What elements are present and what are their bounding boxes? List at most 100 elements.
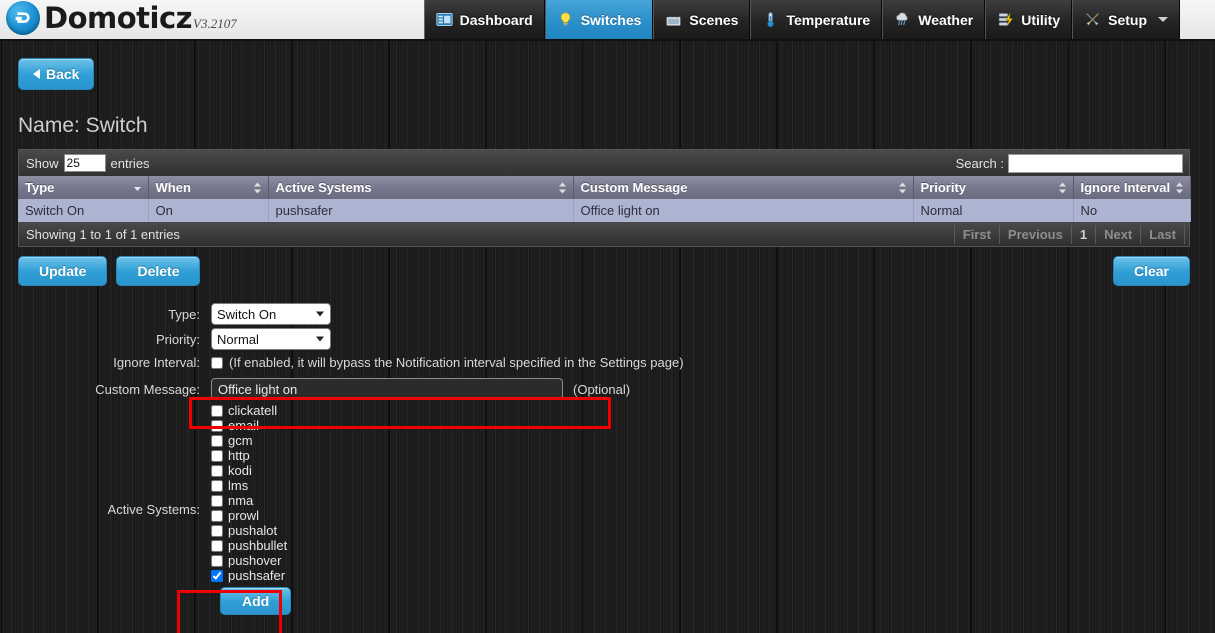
delete-button[interactable]: Delete	[116, 256, 201, 286]
notification-form: Type: Switch On Priority: Normal Ignore …	[18, 303, 1197, 615]
table-toolbar: Show 25 entries Search :	[18, 149, 1190, 176]
thermometer-icon	[767, 12, 775, 28]
system-checkbox-pushsafer[interactable]	[211, 569, 223, 582]
back-button-label: Back	[46, 66, 80, 82]
page-length-select[interactable]: 25	[63, 154, 106, 172]
nav-tab-utility[interactable]: Utility	[985, 0, 1073, 39]
app-header: Domoticz V3.2107 Dashboard Switches Scen…	[0, 0, 1215, 41]
pagination-page-1[interactable]: 1	[1070, 224, 1095, 244]
table-row[interactable]: Switch On On pushsafer Office light on N…	[18, 199, 1191, 222]
system-item-pushover[interactable]: pushover	[211, 553, 291, 568]
sort-both-icon	[898, 182, 906, 193]
back-button[interactable]: Back	[18, 58, 95, 90]
system-checkbox-kodi[interactable]	[211, 464, 223, 477]
show-entries-suffix: entries	[110, 155, 150, 171]
page-content: Back Name: Switch Show 25 entries Search…	[0, 41, 1215, 633]
system-checkbox-pushover[interactable]	[211, 554, 223, 567]
ignore-interval-checkbox[interactable]	[211, 356, 223, 369]
dashboard-icon	[435, 13, 453, 26]
search-area: Search :	[956, 153, 1183, 173]
ignore-interval-hint: (If enabled, it will bypass the Notifica…	[229, 355, 684, 370]
clapperboard-icon	[666, 13, 682, 26]
cell-active-systems: pushsafer	[268, 199, 574, 222]
system-checkbox-gcm[interactable]	[211, 434, 223, 447]
nav-tab-label: Temperature	[786, 11, 871, 28]
system-checkbox-lms[interactable]	[211, 479, 223, 492]
back-row: Back	[18, 41, 1197, 90]
search-input[interactable]	[1008, 153, 1183, 173]
sort-both-icon	[253, 182, 261, 193]
table-header-row: Type When Active Systems Custom Message …	[18, 176, 1191, 199]
pagination-next[interactable]: Next	[1095, 224, 1140, 244]
pagination-previous[interactable]: Previous	[998, 224, 1071, 244]
column-header-when[interactable]: When	[148, 176, 269, 199]
system-item-clickatell[interactable]: clickatell	[211, 403, 291, 418]
update-button[interactable]: Update	[18, 256, 108, 286]
system-item-nma[interactable]: nma	[211, 493, 291, 508]
sort-both-icon	[558, 182, 566, 193]
column-header-custom-message[interactable]: Custom Message	[573, 176, 914, 199]
cell-when: On	[148, 199, 269, 222]
clear-button[interactable]: Clear	[1112, 256, 1190, 286]
priority-label: Priority:	[155, 331, 200, 347]
priority-select-wrap: Normal	[211, 328, 331, 350]
system-item-pushsafer[interactable]: pushsafer	[211, 568, 291, 583]
priority-select[interactable]: Normal	[211, 328, 331, 350]
column-header-priority[interactable]: Priority	[913, 176, 1074, 199]
system-item-email[interactable]: email	[211, 418, 291, 433]
system-checkbox-nma[interactable]	[211, 494, 223, 507]
nav-tab-setup[interactable]: Setup	[1072, 0, 1180, 39]
main-navigation: Dashboard Switches Scenes Temperature We…	[423, 0, 1180, 39]
active-systems-list: clickatell email gcm http kodi lms nma p…	[211, 403, 291, 583]
system-item-lms[interactable]: lms	[211, 478, 291, 493]
sort-both-icon	[1058, 182, 1066, 193]
show-entries-prefix: Show	[26, 155, 59, 171]
system-checkbox-http[interactable]	[211, 449, 223, 462]
type-select[interactable]: Switch On	[211, 303, 331, 325]
system-item-pushalot[interactable]: pushalot	[211, 523, 291, 538]
system-item-http[interactable]: http	[211, 448, 291, 463]
system-checkbox-clickatell[interactable]	[211, 404, 223, 417]
brand-version: V3.2107	[193, 16, 237, 31]
nav-tab-label: Weather	[918, 11, 974, 28]
system-checkbox-pushbullet[interactable]	[211, 539, 223, 552]
cell-custom-message: Office light on	[573, 199, 914, 222]
system-checkbox-pushalot[interactable]	[211, 524, 223, 537]
form-row-type: Type: Switch On	[18, 303, 1197, 325]
system-item-kodi[interactable]: kodi	[211, 463, 291, 478]
sort-desc-icon	[133, 186, 141, 191]
custom-message-label: Custom Message:	[95, 381, 200, 397]
system-checkbox-email[interactable]	[211, 419, 223, 432]
table-footer: Showing 1 to 1 of 1 entries First Previo…	[18, 222, 1190, 247]
nav-tab-weather[interactable]: Weather	[882, 0, 986, 39]
nav-tab-label: Dashboard	[459, 11, 533, 28]
type-select-wrap: Switch On	[211, 303, 331, 325]
column-header-type[interactable]: Type	[18, 176, 149, 199]
system-item-prowl[interactable]: prowl	[211, 508, 291, 523]
custom-message-input[interactable]	[211, 378, 563, 400]
nav-tab-switches[interactable]: Switches	[544, 0, 654, 39]
system-checkbox-prowl[interactable]	[211, 509, 223, 522]
power-bolt-icon	[999, 12, 1014, 27]
nav-tab-label: Setup	[1108, 11, 1147, 28]
pagination: First Previous 1 Next Last	[953, 224, 1185, 244]
system-item-pushbullet[interactable]: pushbullet	[211, 538, 291, 553]
pagination-first[interactable]: First	[953, 224, 999, 244]
pagination-last[interactable]: Last	[1140, 224, 1185, 244]
form-row-active-systems: Active Systems: clickatell email gcm htt…	[18, 403, 1197, 615]
nav-tab-dashboard[interactable]: Dashboard	[423, 0, 545, 39]
brand-name: Domoticz	[44, 1, 193, 35]
form-row-custom-message: Custom Message: (Optional)	[18, 378, 1197, 400]
column-header-ignore-interval[interactable]: Ignore Interval	[1073, 176, 1191, 199]
column-header-active-systems[interactable]: Active Systems	[268, 176, 574, 199]
triangle-left-icon	[33, 69, 40, 79]
table-info: Showing 1 to 1 of 1 entries	[26, 226, 180, 242]
lightbulb-icon	[560, 12, 571, 27]
custom-message-optional: (Optional)	[573, 381, 631, 397]
nav-tab-temperature[interactable]: Temperature	[750, 0, 883, 39]
nav-tab-scenes[interactable]: Scenes	[653, 0, 751, 39]
system-item-gcm[interactable]: gcm	[211, 433, 291, 448]
nav-tab-label: Switches	[580, 11, 642, 28]
add-button[interactable]: Add	[220, 587, 292, 615]
brand: Domoticz V3.2107	[6, 1, 237, 35]
